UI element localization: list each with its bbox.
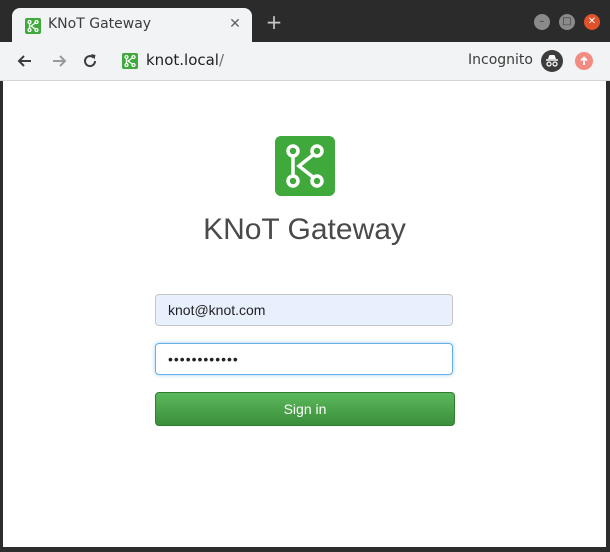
close-tab-icon[interactable]: ✕ [226,15,244,33]
address-host: knot.local [146,51,219,69]
incognito-label: Incognito [468,52,533,68]
tab-knot-gateway[interactable]: KNoT Gateway ✕ [12,8,252,42]
tab-strip: KNoT Gateway ✕ + – □ ✕ [0,0,610,42]
close-window-button[interactable]: ✕ [584,14,600,30]
knot-logo [275,136,335,196]
incognito-icon [541,50,563,72]
close-icon: ✕ [587,16,597,27]
browser-toolbar: knot.local/ Incognito [0,42,610,81]
new-tab-button[interactable]: + [264,12,284,32]
forward-arrow-icon[interactable] [49,51,69,71]
email-value: knot@knot.com [168,302,266,318]
address-bar[interactable]: knot.local/ [146,51,224,69]
page-title: KNoT Gateway [203,213,406,246]
tab-title: KNoT Gateway [48,16,152,32]
site-favicon-icon [122,53,138,69]
back-arrow-icon[interactable] [15,51,35,71]
address-path: / [218,51,225,69]
knot-logo-icon [286,144,324,188]
maximize-button[interactable]: □ [558,14,575,30]
minimize-button[interactable]: – [533,14,550,30]
page-content: KNoT Gateway knot@knot.com •••••••••••• … [3,81,606,547]
password-field[interactable]: •••••••••••• [155,343,453,375]
sign-in-button[interactable]: Sign in [155,392,455,426]
browser-window: KNoT Gateway ✕ + – □ ✕ knot.local/ Incog… [0,0,610,552]
window-controls: – □ ✕ [530,14,600,33]
update-available-icon[interactable] [575,52,593,70]
reload-icon[interactable] [80,51,100,71]
password-value: •••••••••••• [168,351,239,367]
maximize-icon: □ [562,16,572,27]
email-field[interactable]: knot@knot.com [155,294,453,326]
knot-favicon-icon [25,18,41,34]
minimize-icon: – [539,16,545,27]
